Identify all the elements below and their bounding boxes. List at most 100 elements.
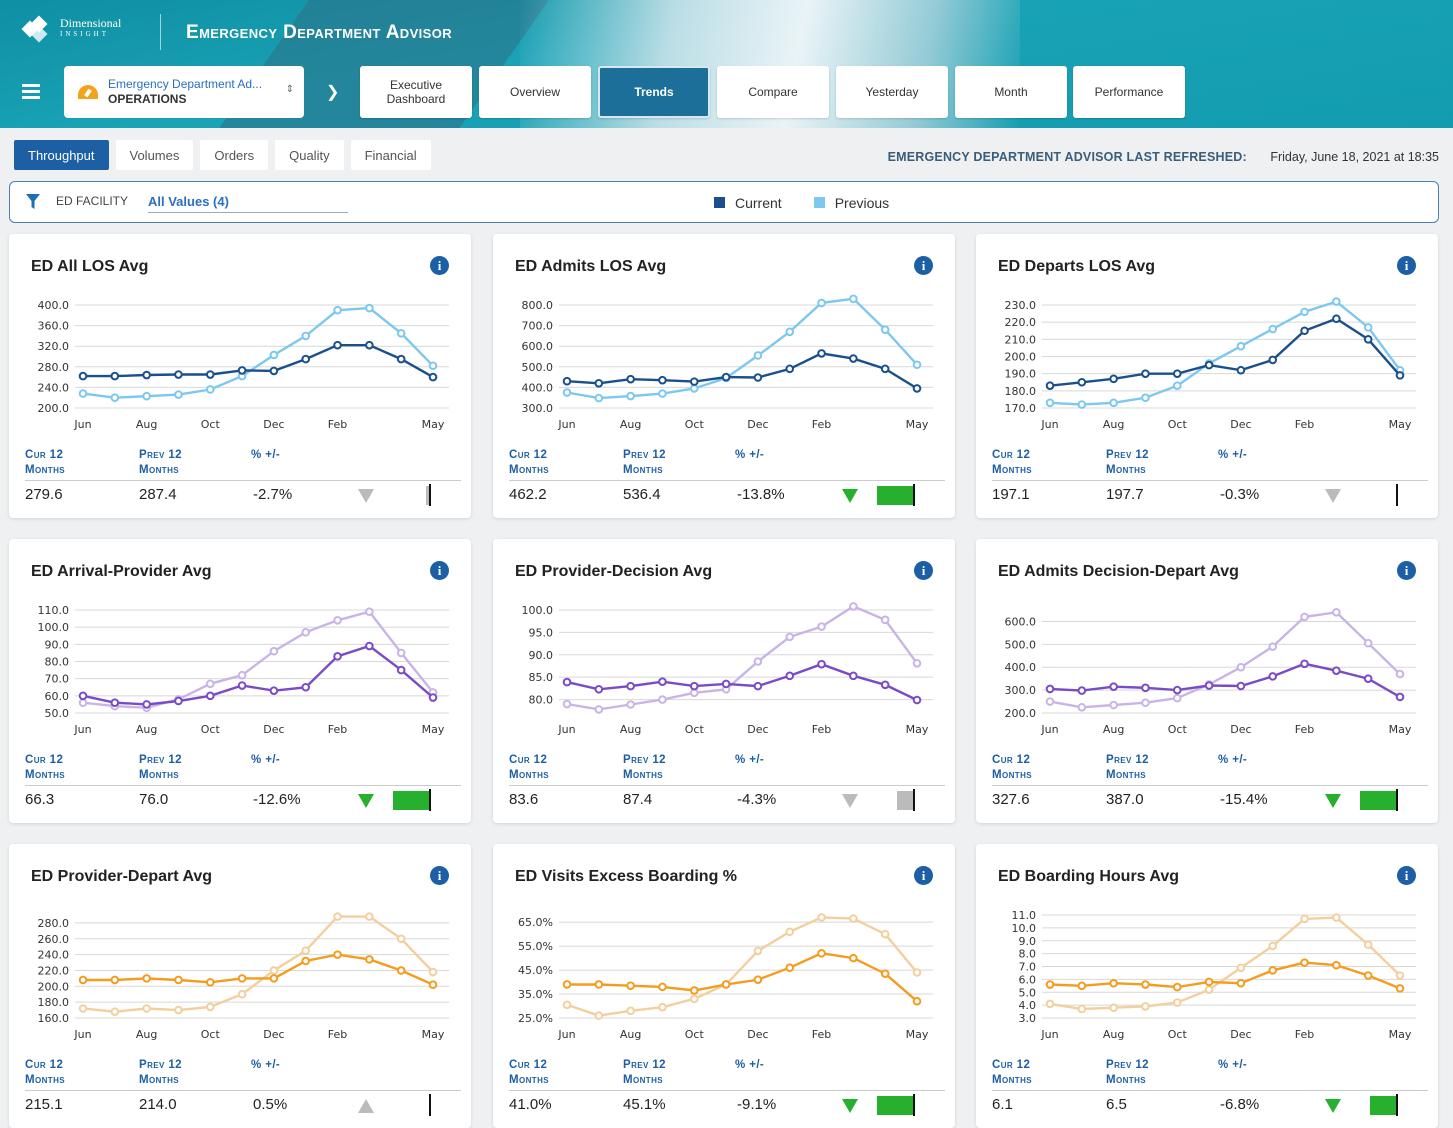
data-point-previous[interactable]	[78, 389, 88, 398]
nav-tab-month[interactable]: Month	[955, 66, 1067, 118]
data-point-previous[interactable]	[365, 607, 374, 617]
info-icon[interactable]: i	[1397, 561, 1416, 580]
data-point-current[interactable]	[1172, 685, 1182, 695]
data-point-previous[interactable]	[594, 1011, 604, 1020]
data-point-previous[interactable]	[753, 351, 763, 360]
data-point-previous[interactable]	[237, 989, 247, 999]
data-point-previous[interactable]	[333, 616, 342, 625]
data-point-previous[interactable]	[1236, 341, 1246, 351]
data-point-current[interactable]	[1395, 692, 1405, 702]
data-point-previous[interactable]	[785, 327, 795, 337]
data-point-previous[interactable]	[428, 361, 438, 371]
data-point-current[interactable]	[721, 372, 731, 382]
data-point-current[interactable]	[428, 980, 438, 990]
data-point-previous[interactable]	[1141, 698, 1150, 707]
data-point-previous[interactable]	[1332, 607, 1341, 617]
sub-tab-throughput[interactable]: Throughput	[14, 140, 109, 170]
data-point-previous[interactable]	[594, 705, 604, 714]
dashboard-selector[interactable]: Emergency Department Ad... OPERATIONS ⇕	[64, 66, 304, 118]
data-point-previous[interactable]	[753, 657, 763, 666]
data-point-current[interactable]	[1363, 335, 1373, 344]
data-point-current[interactable]	[301, 956, 311, 966]
data-point-previous[interactable]	[1236, 963, 1246, 973]
data-point-current[interactable]	[912, 695, 922, 705]
data-point-current[interactable]	[333, 340, 342, 350]
hamburger-menu-icon[interactable]	[22, 84, 40, 102]
company-logo[interactable]: Dimensional INSIGHT	[21, 15, 121, 43]
data-point-previous[interactable]	[689, 688, 699, 698]
data-point-current[interactable]	[1109, 682, 1118, 691]
data-point-previous[interactable]	[912, 658, 922, 668]
data-point-previous[interactable]	[817, 622, 826, 631]
data-point-current[interactable]	[333, 652, 342, 661]
data-point-current[interactable]	[1141, 980, 1150, 989]
chevron-right-icon[interactable]: ❯	[326, 82, 339, 102]
data-point-previous[interactable]	[1077, 702, 1087, 712]
data-point-previous[interactable]	[1172, 998, 1182, 1007]
data-point-current[interactable]	[205, 370, 215, 379]
data-point-current[interactable]	[594, 980, 604, 989]
data-point-current[interactable]	[721, 980, 731, 989]
data-point-previous[interactable]	[849, 294, 858, 304]
data-point-previous[interactable]	[365, 912, 374, 921]
data-point-previous[interactable]	[626, 700, 635, 709]
data-point-current[interactable]	[1204, 977, 1214, 987]
data-point-current[interactable]	[1332, 314, 1341, 324]
data-point-previous[interactable]	[269, 966, 279, 975]
data-point-previous[interactable]	[1332, 913, 1341, 922]
data-point-current[interactable]	[301, 682, 311, 692]
data-point-current[interactable]	[785, 671, 795, 681]
data-point-current[interactable]	[1172, 982, 1182, 992]
data-point-previous[interactable]	[912, 360, 922, 370]
data-point-current[interactable]	[880, 969, 890, 978]
data-point-current[interactable]	[237, 366, 247, 375]
nav-tab-performance[interactable]: Performance	[1073, 66, 1185, 118]
data-point-current[interactable]	[205, 691, 215, 701]
data-point-previous[interactable]	[1141, 1002, 1150, 1011]
data-point-current[interactable]	[237, 974, 247, 983]
data-point-current[interactable]	[1395, 984, 1405, 993]
data-point-previous[interactable]	[594, 393, 604, 403]
filter-value-dropdown[interactable]: All Values (4)	[148, 194, 348, 213]
data-point-current[interactable]	[269, 686, 279, 695]
info-icon[interactable]: i	[914, 866, 933, 885]
data-point-current[interactable]	[365, 955, 374, 964]
data-point-current[interactable]	[562, 677, 572, 687]
data-point-current[interactable]	[174, 696, 183, 706]
data-point-current[interactable]	[1395, 371, 1405, 380]
data-point-previous[interactable]	[785, 632, 795, 642]
data-point-current[interactable]	[142, 974, 151, 983]
filter-funnel-icon[interactable]	[26, 194, 40, 210]
data-point-previous[interactable]	[658, 389, 667, 398]
data-point-current[interactable]	[78, 691, 88, 701]
data-point-previous[interactable]	[689, 994, 699, 1004]
data-point-current[interactable]	[396, 665, 406, 675]
data-point-current[interactable]	[110, 975, 120, 985]
data-point-current[interactable]	[626, 681, 635, 691]
data-point-previous[interactable]	[1109, 700, 1118, 710]
data-point-current[interactable]	[1141, 369, 1150, 378]
data-point-current[interactable]	[1077, 686, 1087, 695]
data-point-current[interactable]	[1268, 672, 1278, 681]
data-point-current[interactable]	[1077, 377, 1087, 387]
data-point-previous[interactable]	[174, 390, 183, 399]
data-point-previous[interactable]	[562, 699, 572, 709]
data-point-current[interactable]	[174, 370, 183, 379]
data-point-previous[interactable]	[785, 927, 795, 937]
data-point-current[interactable]	[365, 641, 374, 651]
data-point-current[interactable]	[817, 659, 826, 669]
data-point-previous[interactable]	[269, 646, 279, 656]
data-point-current[interactable]	[817, 949, 826, 958]
data-point-previous[interactable]	[1332, 297, 1341, 306]
data-point-current[interactable]	[1204, 681, 1214, 690]
data-point-previous[interactable]	[912, 968, 922, 977]
data-point-previous[interactable]	[142, 1004, 151, 1013]
data-point-current[interactable]	[78, 371, 88, 381]
data-point-previous[interactable]	[1363, 638, 1373, 648]
data-point-previous[interactable]	[689, 384, 699, 393]
info-icon[interactable]: i	[914, 561, 933, 580]
data-point-current[interactable]	[1300, 326, 1309, 336]
nav-tab-overview[interactable]: Overview	[479, 66, 591, 118]
data-point-previous[interactable]	[1268, 324, 1278, 334]
data-point-previous[interactable]	[396, 329, 406, 338]
